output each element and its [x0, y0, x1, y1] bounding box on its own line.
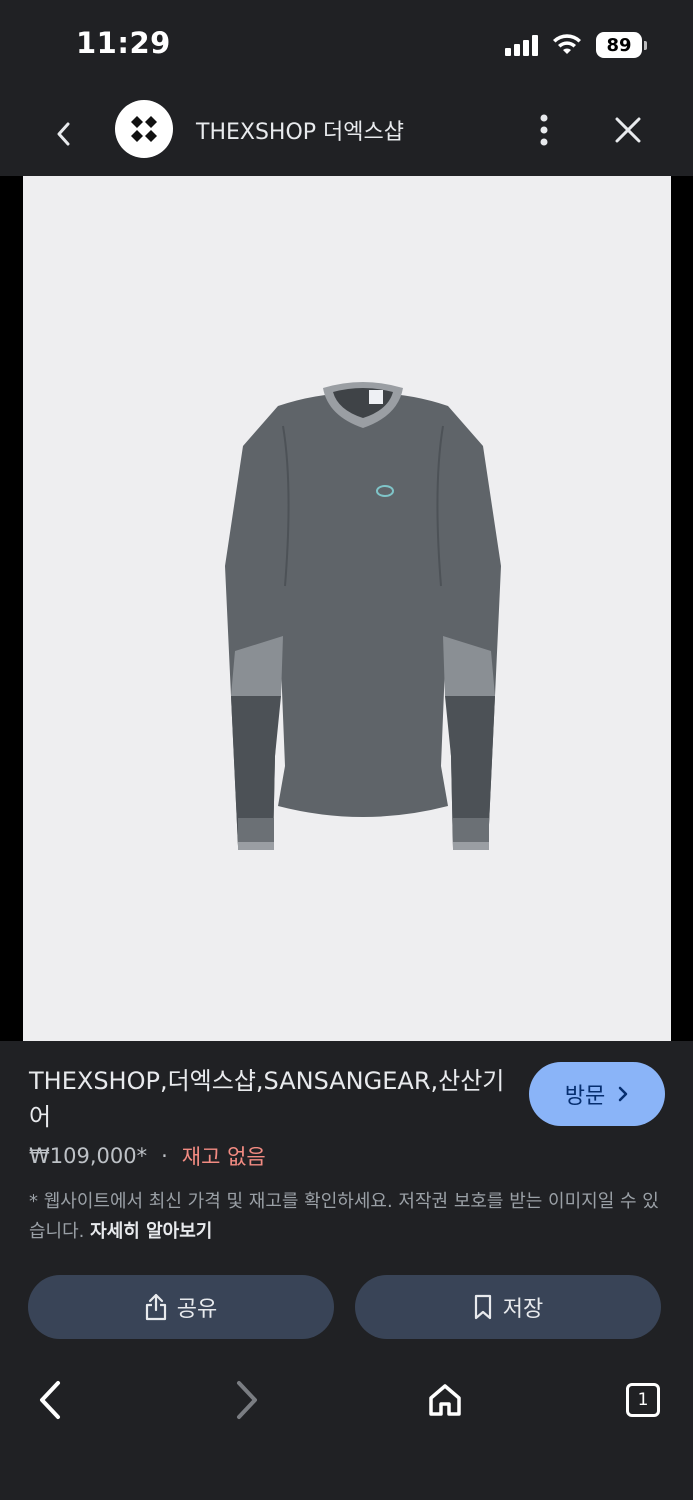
save-label: 저장 [502, 1297, 544, 1322]
wifi-icon [553, 34, 581, 54]
status-bar: 11:29 89 [0, 0, 693, 92]
site-title[interactable]: THEXSHOP 더엑스샵 [196, 114, 404, 146]
stock-status: 재고 없음 [181, 1145, 266, 1169]
more-vert-icon [540, 114, 548, 146]
nav-forward-button[interactable] [225, 1378, 269, 1422]
share-label: 공유 [176, 1297, 218, 1322]
learn-more-link[interactable]: 자세히 알아보기 [90, 1221, 212, 1242]
back-arrow-icon [40, 1381, 60, 1419]
nav-tabs-button[interactable]: 1 [621, 1378, 665, 1422]
bookmark-icon [474, 1294, 491, 1320]
separator-dot: · [161, 1144, 168, 1168]
chevron-right-icon [618, 1086, 628, 1102]
site-logo-icon [131, 116, 157, 142]
product-price: ₩109,000* [29, 1144, 148, 1168]
cellular-signal-icon [505, 34, 538, 56]
tabs-icon: 1 [626, 1383, 660, 1417]
visit-label: 방문 [564, 1084, 606, 1109]
header: THEXSHOP 더엑스샵 [0, 92, 693, 176]
save-button[interactable]: 저장 [355, 1275, 661, 1339]
nav-back-button[interactable] [28, 1378, 72, 1422]
bottom-navigation: 1 [0, 1362, 693, 1442]
battery-level: 89 [596, 32, 642, 58]
share-button[interactable]: 공유 [28, 1275, 334, 1339]
close-icon [615, 117, 641, 143]
product-title[interactable]: THEXSHOP,더엑스샵,SANSANGEAR,산산기어 [29, 1063, 509, 1135]
share-icon [145, 1293, 166, 1321]
home-icon [429, 1384, 461, 1416]
visit-button[interactable]: 방문 [529, 1062, 665, 1126]
status-time: 11:29 [76, 26, 171, 60]
status-indicators: 89 [505, 32, 647, 58]
back-button[interactable] [44, 114, 84, 154]
disclaimer: * 웹사이트에서 최신 가격 및 재고를 확인하세요. 저작권 보호를 받는 이… [29, 1187, 659, 1247]
battery-indicator: 89 [596, 32, 647, 58]
product-photo [225, 382, 501, 850]
product-image-background[interactable] [23, 176, 671, 1041]
price-row: ₩109,000* · 재고 없음 [29, 1141, 266, 1171]
site-logo[interactable] [115, 100, 173, 158]
back-icon [57, 122, 70, 146]
more-options-button[interactable] [524, 110, 564, 150]
nav-home-button[interactable] [423, 1378, 467, 1422]
forward-arrow-icon [237, 1381, 257, 1419]
close-button[interactable] [608, 110, 648, 150]
product-image-area [0, 176, 693, 1041]
